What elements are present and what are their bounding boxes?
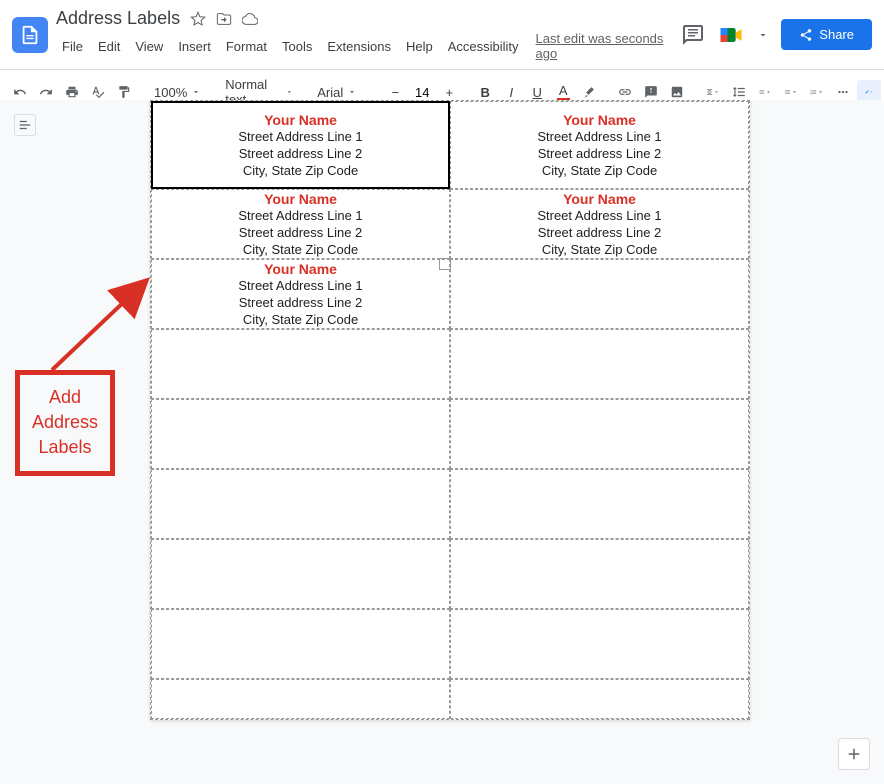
annotation-box: Add Address Labels — [15, 370, 115, 476]
menu-edit[interactable]: Edit — [92, 36, 126, 57]
menu-file[interactable]: File — [56, 36, 89, 57]
menu-accessibility[interactable]: Accessibility — [442, 36, 525, 57]
label-cell[interactable]: Your Name Street Address Line 1 Street a… — [151, 101, 450, 189]
annotation-arrow — [32, 265, 162, 385]
menu-tools[interactable]: Tools — [276, 36, 318, 57]
label-cell[interactable] — [151, 609, 450, 679]
document-page: Your Name Street Address Line 1 Street a… — [150, 100, 750, 720]
label-cell[interactable] — [151, 679, 450, 719]
comments-icon[interactable] — [681, 23, 705, 47]
menu-insert[interactable]: Insert — [172, 36, 217, 57]
label-cell[interactable] — [151, 329, 450, 399]
menu-bar: File Edit View Insert Format Tools Exten… — [56, 31, 673, 61]
label-cell[interactable]: Your Name Street Address Line 1 Street a… — [151, 189, 450, 259]
label-cell[interactable] — [450, 259, 749, 329]
doc-title[interactable]: Address Labels — [56, 8, 180, 29]
meet-icon[interactable] — [717, 21, 745, 49]
share-button[interactable]: Share — [781, 19, 872, 50]
label-cell[interactable] — [151, 469, 450, 539]
menu-format[interactable]: Format — [220, 36, 273, 57]
menu-help[interactable]: Help — [400, 36, 439, 57]
label-cell[interactable] — [450, 609, 749, 679]
explore-button[interactable] — [838, 738, 870, 770]
font-size-input[interactable] — [409, 85, 435, 100]
move-icon[interactable] — [216, 11, 232, 27]
docs-logo[interactable] — [12, 17, 48, 53]
last-edit-link[interactable]: Last edit was seconds ago — [536, 31, 674, 61]
label-cell[interactable] — [450, 469, 749, 539]
cell-resize-handle[interactable] — [439, 258, 451, 270]
label-cell[interactable] — [151, 539, 450, 609]
label-cell[interactable]: Your Name Street Address Line 1 Street a… — [450, 101, 749, 189]
label-table[interactable]: Your Name Street Address Line 1 Street a… — [150, 100, 750, 720]
label-cell[interactable]: Your Name Street Address Line 1 Street a… — [151, 259, 450, 329]
star-icon[interactable] — [190, 11, 206, 27]
label-cell[interactable]: Your Name Street Address Line 1 Street a… — [450, 189, 749, 259]
meet-dropdown-icon[interactable] — [757, 29, 769, 41]
outline-icon[interactable] — [14, 114, 36, 136]
share-label: Share — [819, 27, 854, 42]
label-cell[interactable] — [450, 399, 749, 469]
cloud-icon[interactable] — [242, 11, 258, 27]
menu-extensions[interactable]: Extensions — [321, 36, 397, 57]
label-cell[interactable] — [450, 329, 749, 399]
label-cell[interactable] — [450, 679, 749, 719]
label-cell[interactable] — [151, 399, 450, 469]
menu-view[interactable]: View — [129, 36, 169, 57]
label-cell[interactable] — [450, 539, 749, 609]
